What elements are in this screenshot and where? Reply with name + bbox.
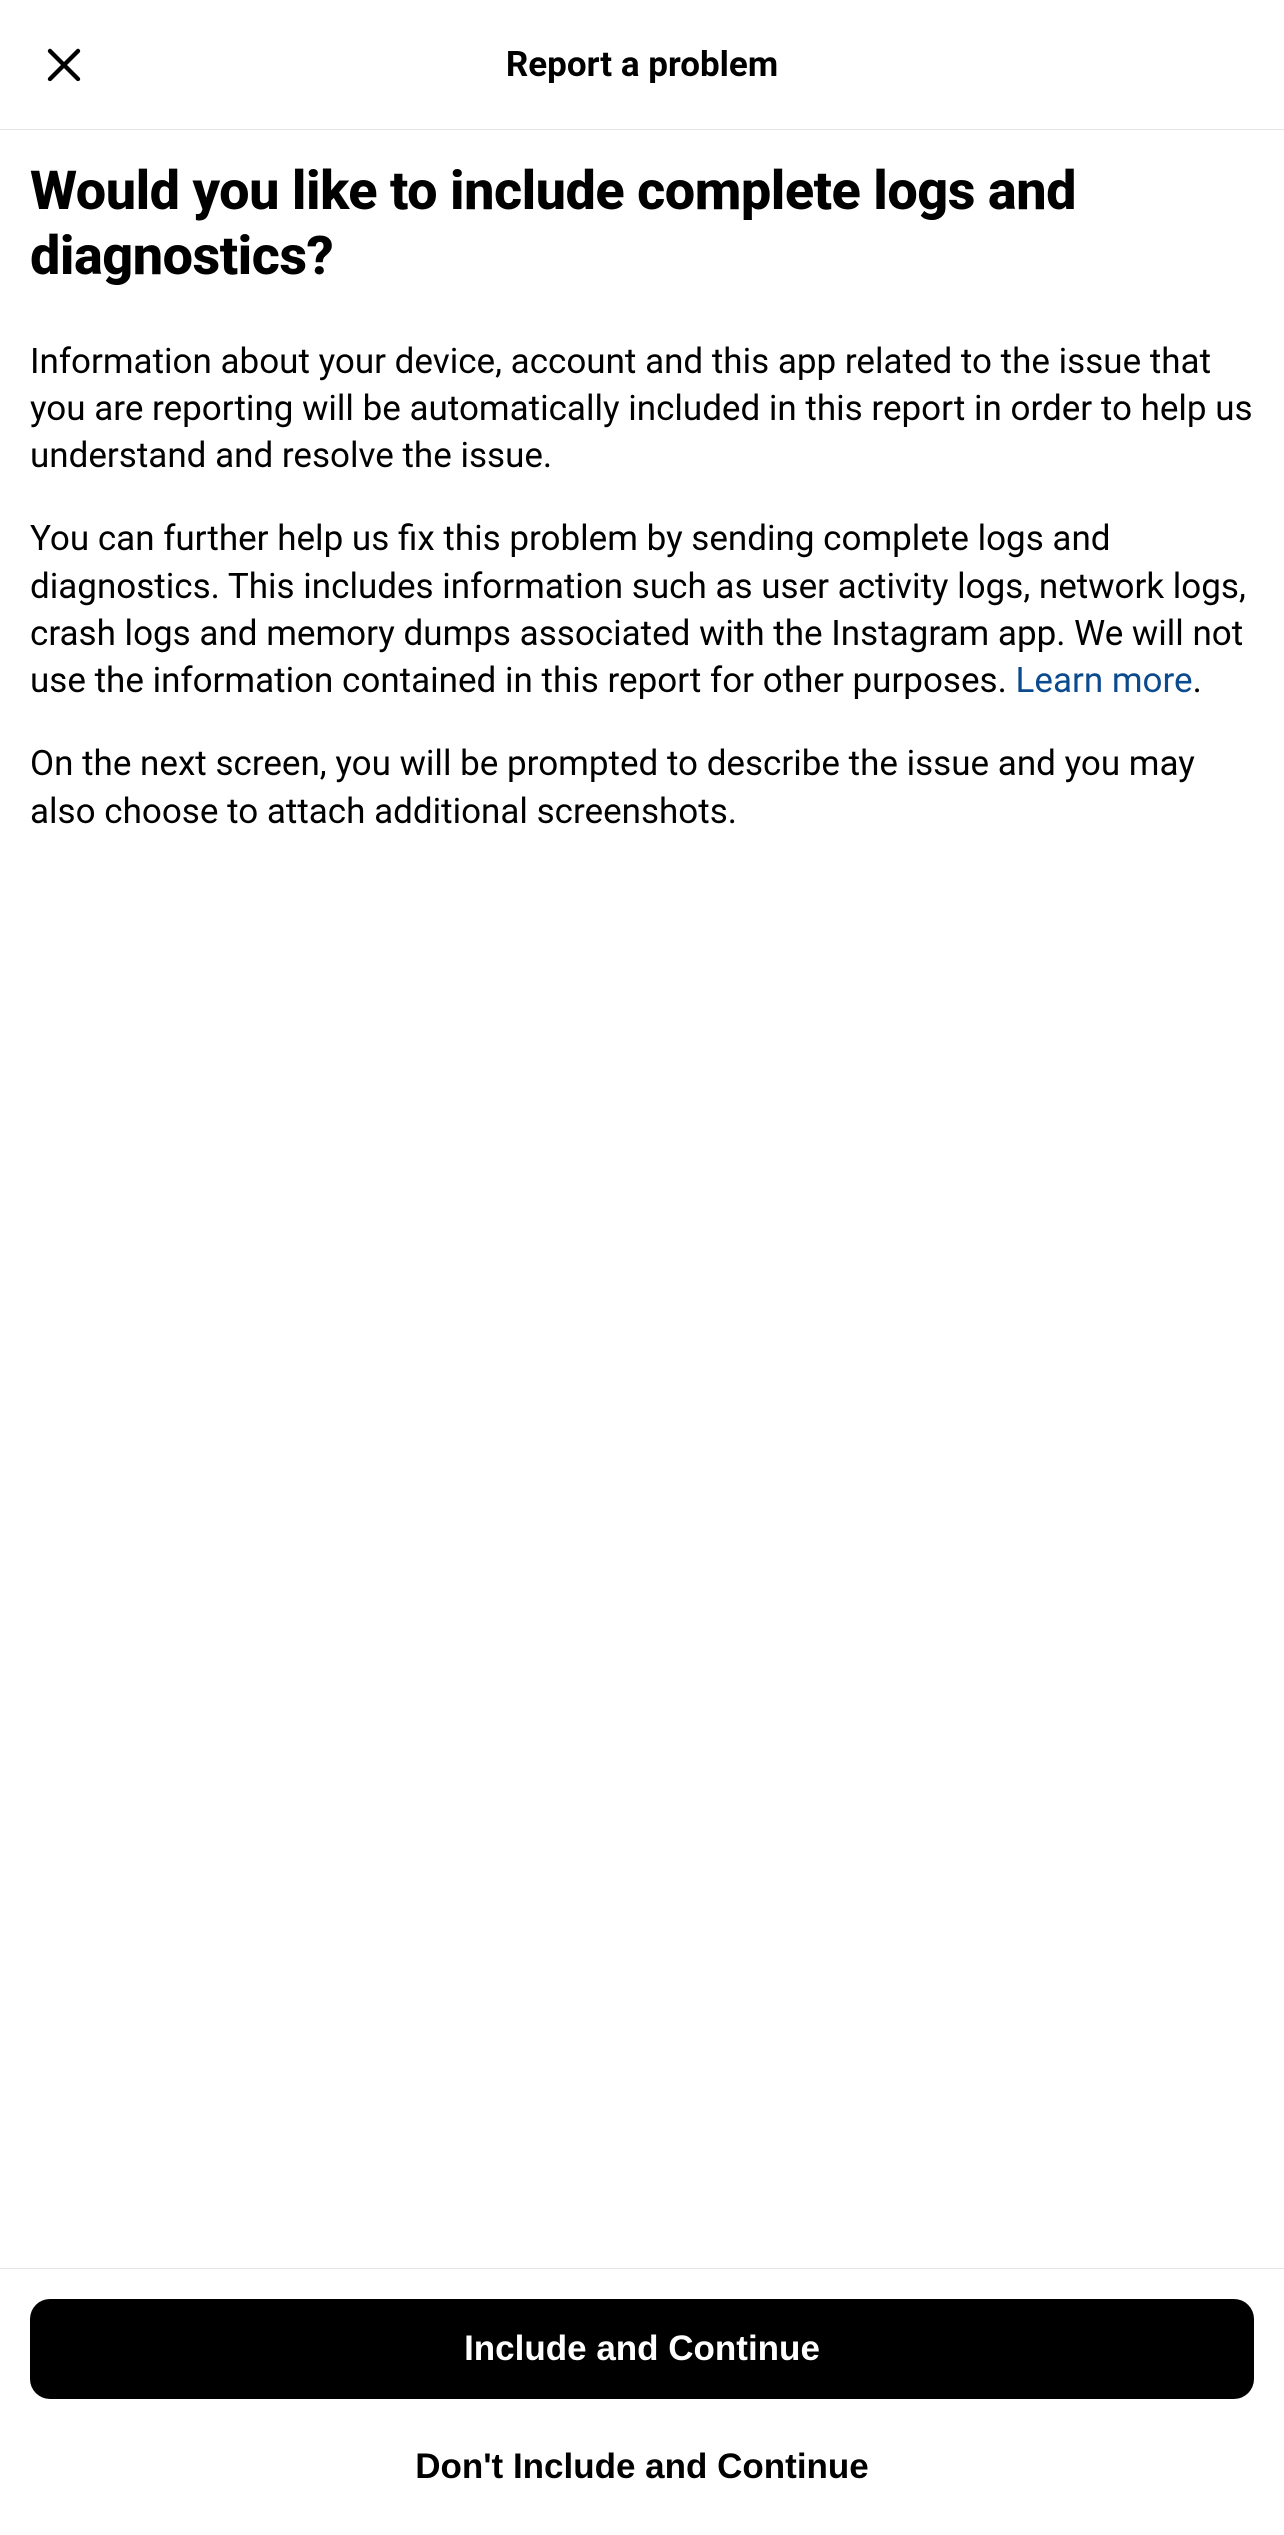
close-button[interactable] [40,41,88,89]
paragraph-logs-info: You can further help us fix this problem… [30,515,1254,704]
main-content: Would you like to include complete logs … [0,130,1284,2268]
paragraph-device-info: Information about your device, account a… [30,338,1254,480]
close-icon [43,44,85,86]
paragraph-next-screen: On the next screen, you will be prompted… [30,740,1254,835]
learn-more-link[interactable]: Learn more [1016,660,1193,701]
header: Report a problem [0,0,1284,130]
footer: Include and Continue Don't Include and C… [0,2268,1284,2535]
include-continue-button[interactable]: Include and Continue [30,2299,1254,2399]
dont-include-continue-button[interactable]: Don't Include and Continue [30,2429,1254,2505]
heading: Would you like to include complete logs … [30,160,1254,290]
paragraph-logs-period: . [1193,660,1202,701]
page-title: Report a problem [506,44,778,85]
